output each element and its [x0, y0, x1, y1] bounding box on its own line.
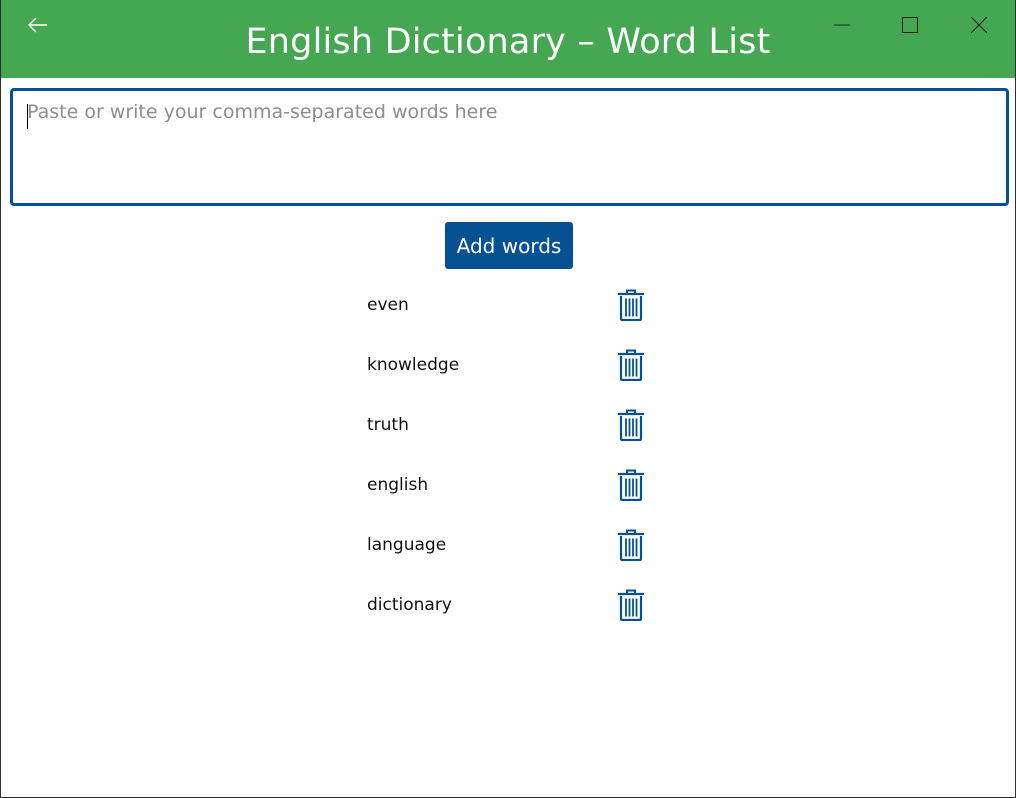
words-input-box[interactable] [10, 88, 1009, 206]
delete-word-button[interactable] [615, 466, 647, 504]
minimize-icon [834, 24, 850, 26]
delete-word-button[interactable] [615, 526, 647, 564]
app-window: English Dictionary – Word List Add words… [0, 0, 1016, 798]
list-item: english [367, 466, 657, 526]
trash-icon [618, 289, 644, 321]
delete-word-button[interactable] [615, 346, 647, 384]
maximize-icon [902, 17, 918, 33]
delete-word-button[interactable] [615, 286, 647, 324]
minimize-button[interactable] [819, 0, 865, 50]
trash-icon [618, 529, 644, 561]
add-words-button[interactable]: Add words [445, 222, 573, 269]
title-bar: English Dictionary – Word List [1, 0, 1015, 78]
close-icon [971, 17, 987, 33]
trash-icon [618, 589, 644, 621]
list-item: truth [367, 406, 657, 466]
word-list: even knowledge truth english language di… [367, 286, 657, 646]
trash-icon [618, 409, 644, 441]
word-label: english [367, 475, 429, 495]
trash-icon [618, 349, 644, 381]
word-label: truth [367, 415, 409, 435]
trash-icon [618, 469, 644, 501]
word-label: knowledge [367, 355, 460, 375]
list-item: language [367, 526, 657, 586]
maximize-button[interactable] [887, 0, 933, 50]
words-input[interactable] [13, 91, 1006, 203]
word-label: even [367, 295, 409, 315]
word-label: language [367, 535, 447, 555]
delete-word-button[interactable] [615, 406, 647, 444]
list-item: knowledge [367, 346, 657, 406]
list-item: dictionary [367, 586, 657, 646]
text-caret [27, 104, 28, 129]
list-item: even [367, 286, 657, 346]
close-button[interactable] [956, 0, 1002, 50]
delete-word-button[interactable] [615, 586, 647, 624]
word-label: dictionary [367, 595, 452, 615]
